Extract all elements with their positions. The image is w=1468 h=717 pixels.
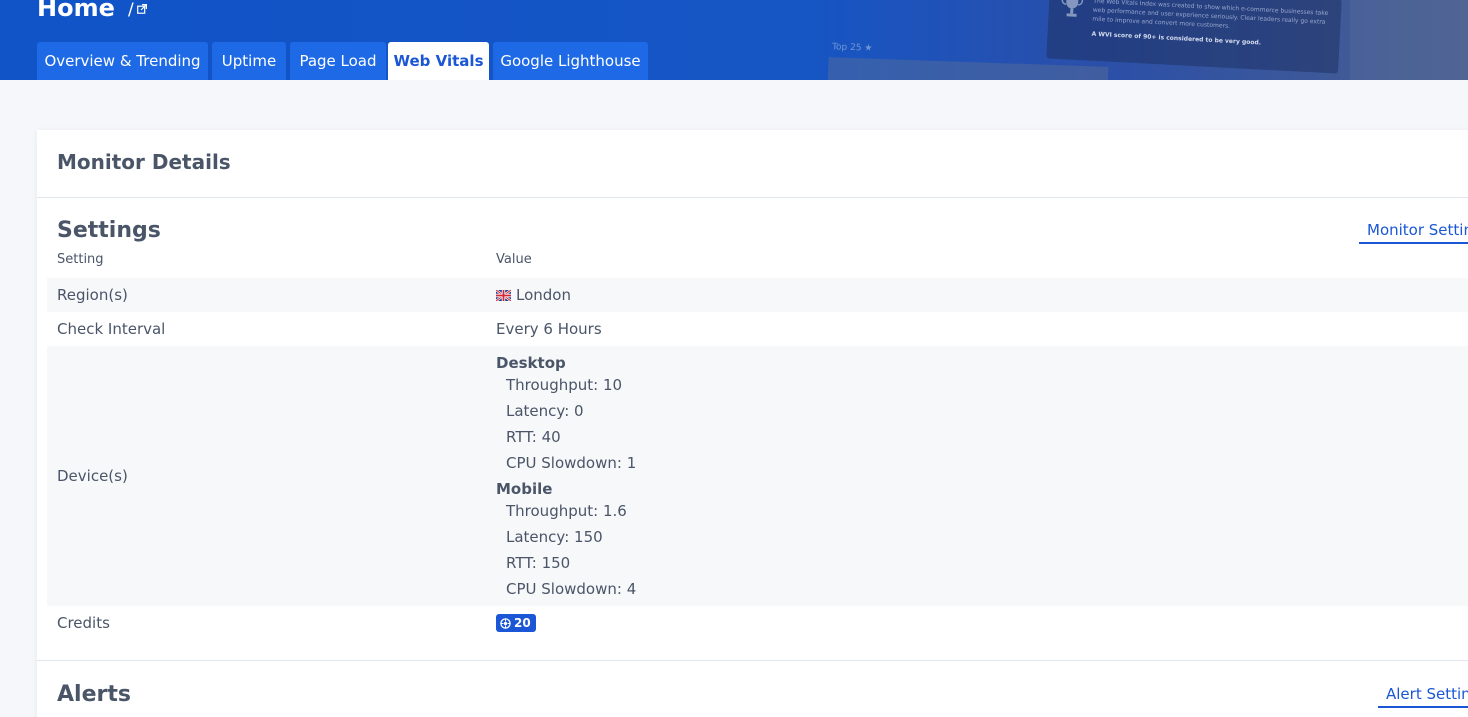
region-value-cell: London xyxy=(496,286,571,304)
section-divider xyxy=(37,660,1468,661)
mobile-rtt: RTT: 150 xyxy=(506,554,571,572)
mobile-heading: Mobile xyxy=(496,480,553,498)
card-header: Monitor Details xyxy=(37,130,1468,198)
banner-description: The Web Vitals Index was created to show… xyxy=(1092,0,1329,30)
tab-google-lighthouse[interactable]: Google Lighthouse xyxy=(493,42,648,80)
credits-value: 20 xyxy=(514,616,531,630)
external-link-icon[interactable] xyxy=(137,4,147,14)
tab-web-vitals[interactable]: Web Vitals xyxy=(388,42,489,80)
credits-label: Credits xyxy=(57,614,110,632)
trophy-icon xyxy=(1061,0,1084,17)
monitor-details-card: Monitor Details Settings Monitor Settin … xyxy=(37,130,1468,717)
table-row-interval: Check Interval Every 6 Hours xyxy=(47,312,1468,346)
region-label: Region(s) xyxy=(57,286,128,304)
alerts-heading: Alerts xyxy=(57,682,131,707)
desktop-heading: Desktop xyxy=(496,354,566,372)
settings-heading: Settings xyxy=(57,218,161,243)
desktop-rtt: RTT: 40 xyxy=(506,428,561,446)
breadcrumb-separator: / xyxy=(128,0,134,20)
interval-label: Check Interval xyxy=(57,320,166,338)
interval-value: Every 6 Hours xyxy=(496,320,602,338)
desktop-latency: Latency: 0 xyxy=(506,402,584,420)
monitor-settings-button[interactable]: Monitor Settin xyxy=(1359,221,1468,244)
tab-page-load[interactable]: Page Load xyxy=(290,42,386,80)
banner-decoration xyxy=(1350,0,1468,80)
devices-label: Device(s) xyxy=(57,467,128,485)
table-row-devices: Device(s) Desktop Throughput: 10 Latency… xyxy=(47,346,1468,606)
coin-icon xyxy=(500,618,511,629)
banner-top25-text: Top 25 ★ xyxy=(831,42,873,54)
desktop-cpu-slowdown: CPU Slowdown: 1 xyxy=(506,454,637,472)
tab-uptime[interactable]: Uptime xyxy=(212,42,286,80)
banner-decoration-panel xyxy=(827,57,1109,80)
banner-info-card: The Web Vitals Index was created to show… xyxy=(1046,0,1342,74)
uk-flag-icon xyxy=(496,290,511,301)
banner-score-note: A WVI score of 90+ is considered to be v… xyxy=(1091,30,1262,47)
header-banner: Top 25 ★ The Web Vitals Index was create… xyxy=(0,0,1468,80)
credits-badge: 20 xyxy=(496,614,536,632)
tab-overview-trending[interactable]: Overview & Trending xyxy=(37,42,208,80)
desktop-throughput: Throughput: 10 xyxy=(506,376,623,394)
card-title: Monitor Details xyxy=(57,150,231,174)
region-value: London xyxy=(516,286,571,304)
column-header-value: Value xyxy=(496,252,532,267)
mobile-cpu-slowdown: CPU Slowdown: 4 xyxy=(506,580,637,598)
mobile-throughput: Throughput: 1.6 xyxy=(506,502,627,520)
table-row-region: Region(s) London xyxy=(47,278,1468,312)
page-title: Home xyxy=(37,0,115,22)
table-row-credits: Credits 20 xyxy=(47,606,1468,640)
mobile-latency: Latency: 150 xyxy=(506,528,603,546)
column-header-setting: Setting xyxy=(57,252,104,267)
alert-settings-button[interactable]: Alert Settin xyxy=(1378,685,1468,708)
